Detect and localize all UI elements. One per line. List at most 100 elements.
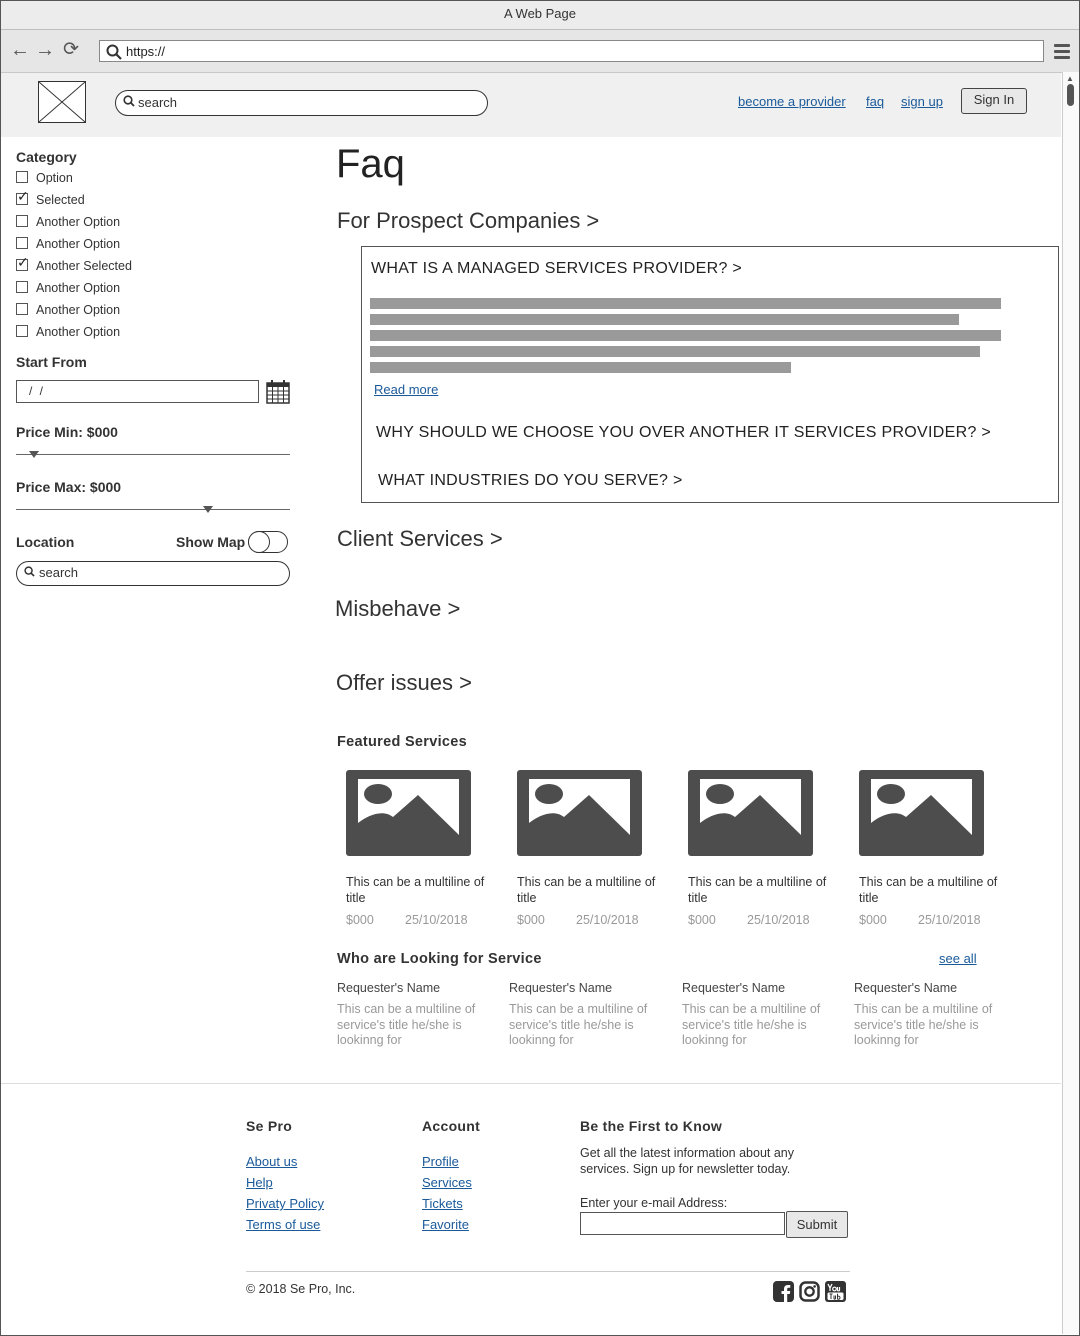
logo-placeholder[interactable] xyxy=(38,81,86,123)
price-min-slider[interactable] xyxy=(16,454,290,455)
instagram-icon[interactable] xyxy=(799,1281,820,1302)
checkbox-checked[interactable]: ✓ xyxy=(16,189,29,205)
start-date-input[interactable]: / / xyxy=(16,380,259,403)
image-placeholder-icon[interactable] xyxy=(859,770,984,856)
calendar-icon[interactable] xyxy=(266,380,290,404)
answer-text-line xyxy=(370,330,1001,341)
youtube-icon[interactable] xyxy=(825,1281,846,1302)
see-all-link[interactable]: see all xyxy=(939,951,977,966)
profile-link[interactable]: Profile xyxy=(422,1154,459,1169)
featured-service-date: 25/10/2018 xyxy=(405,913,468,927)
checkbox[interactable] xyxy=(16,303,28,315)
facebook-icon[interactable] xyxy=(773,1281,794,1302)
answer-text-line xyxy=(370,298,1001,309)
faq-question-1[interactable]: WHAT IS A MANAGED SERVICES PROVIDER? > xyxy=(371,260,742,278)
featured-service-title[interactable]: This can be a multiline of title xyxy=(688,874,838,906)
become-provider-link[interactable]: become a provider xyxy=(738,94,846,109)
featured-service-title[interactable]: This can be a multiline of title xyxy=(517,874,667,906)
featured-service-price: $000 xyxy=(859,913,887,927)
section-misbehave[interactable]: Misbehave > xyxy=(335,596,460,622)
location-search-input[interactable]: search xyxy=(16,561,290,586)
show-map-toggle[interactable] xyxy=(248,531,288,553)
url-text: https:// xyxy=(126,44,166,59)
footer-col1-heading: Se Pro xyxy=(246,1118,293,1134)
checkbox-checked[interactable]: ✓ xyxy=(16,255,29,271)
section-client-services[interactable]: Client Services > xyxy=(337,526,503,552)
featured-service-date: 25/10/2018 xyxy=(747,913,810,927)
help-link[interactable]: Help xyxy=(246,1175,273,1190)
category-option-label: Another Option xyxy=(36,237,121,251)
price-min-label: Price Min: $000 xyxy=(16,424,118,440)
price-min-slider-thumb[interactable] xyxy=(29,451,39,458)
newsletter-heading: Be the First to Know xyxy=(580,1118,723,1134)
read-more-link[interactable]: Read more xyxy=(374,382,438,397)
requester-name[interactable]: Requester's Name xyxy=(509,981,612,995)
scroll-up-icon[interactable]: ▲ xyxy=(1066,74,1074,83)
price-max-label: Price Max: $000 xyxy=(16,479,122,495)
footer-divider xyxy=(1,1083,1061,1084)
back-arrow-icon[interactable]: ← xyxy=(10,40,30,60)
sign-up-link[interactable]: sign up xyxy=(901,94,943,109)
search-icon xyxy=(24,566,35,577)
faq-link[interactable]: faq xyxy=(866,94,884,109)
requester-name[interactable]: Requester's Name xyxy=(682,981,785,995)
address-bar[interactable]: https:// xyxy=(99,40,1044,62)
requester-description: This can be a multiline of service's tit… xyxy=(509,1002,648,1047)
services-link[interactable]: Services xyxy=(422,1175,472,1190)
start-from-heading: Start From xyxy=(16,354,87,370)
submit-button[interactable]: Submit xyxy=(786,1211,848,1238)
requester-description: This can be a multiline of service's tit… xyxy=(682,1002,821,1047)
answer-text-line xyxy=(370,314,959,325)
price-max-slider-thumb[interactable] xyxy=(203,506,213,513)
requester-name[interactable]: Requester's Name xyxy=(854,981,957,995)
checkbox[interactable] xyxy=(16,325,28,337)
checkbox[interactable] xyxy=(16,237,28,249)
answer-text-line xyxy=(370,346,980,357)
page-scrollbar[interactable]: ▲ xyxy=(1062,72,1079,1334)
header-search-input[interactable]: search xyxy=(115,90,488,116)
featured-service-price: $000 xyxy=(517,913,545,927)
show-map-label: Show Map xyxy=(176,534,246,550)
newsletter-description: Get all the latest information about any… xyxy=(580,1146,795,1176)
checkbox[interactable] xyxy=(16,281,28,293)
answer-text-line xyxy=(370,362,791,373)
featured-service-title[interactable]: This can be a multiline of title xyxy=(346,874,496,906)
checkbox[interactable] xyxy=(16,171,28,183)
category-option-label: Another Option xyxy=(36,325,121,339)
category-option-label: Another Option xyxy=(36,215,121,229)
image-placeholder-icon[interactable] xyxy=(688,770,813,856)
checkmark-icon: ✓ xyxy=(17,188,29,204)
section-prospect-companies[interactable]: For Prospect Companies > xyxy=(337,208,599,234)
menu-icon[interactable] xyxy=(1054,44,1070,62)
forward-arrow-icon[interactable]: → xyxy=(35,40,55,60)
scrollbar-thumb[interactable] xyxy=(1067,84,1074,106)
location-search-placeholder: search xyxy=(39,565,79,580)
featured-service-title[interactable]: This can be a multiline of title xyxy=(859,874,1009,906)
section-offer-issues[interactable]: Offer issues > xyxy=(336,670,472,696)
category-option-label: Another Option xyxy=(36,303,121,317)
browser-toolbar: ← → ⟳ https:// xyxy=(1,30,1079,73)
email-input[interactable] xyxy=(580,1212,785,1235)
sign-in-button[interactable]: Sign In xyxy=(961,88,1027,114)
price-max-slider[interactable] xyxy=(16,509,290,510)
category-option-label: Another Option xyxy=(36,281,121,295)
copyright-text: © 2018 Se Pro, Inc. xyxy=(246,1282,356,1296)
about-us-link[interactable]: About us xyxy=(246,1154,297,1169)
favorite-link[interactable]: Favorite xyxy=(422,1217,469,1232)
email-label: Enter your e-mail Address: xyxy=(580,1196,728,1210)
faq-question-3[interactable]: WHAT INDUSTRIES DO YOU SERVE? > xyxy=(378,472,683,490)
tickets-link[interactable]: Tickets xyxy=(422,1196,463,1211)
image-placeholder-icon[interactable] xyxy=(517,770,642,856)
search-icon xyxy=(123,95,135,107)
requester-name[interactable]: Requester's Name xyxy=(337,981,440,995)
terms-of-use-link[interactable]: Terms of use xyxy=(246,1217,320,1232)
toggle-knob xyxy=(248,531,270,553)
category-option-label: Another Selected xyxy=(36,259,132,273)
checkbox[interactable] xyxy=(16,215,28,227)
faq-question-2[interactable]: WHY SHOULD WE CHOOSE YOU OVER ANOTHER IT… xyxy=(376,424,991,442)
faq-panel: WHAT IS A MANAGED SERVICES PROVIDER? > R… xyxy=(361,246,1059,503)
privacy-policy-link[interactable]: Privaty Policy xyxy=(246,1196,324,1211)
window-title: A Web Page xyxy=(503,6,577,21)
image-placeholder-icon[interactable] xyxy=(346,770,471,856)
reload-icon[interactable]: ⟳ xyxy=(63,40,79,60)
